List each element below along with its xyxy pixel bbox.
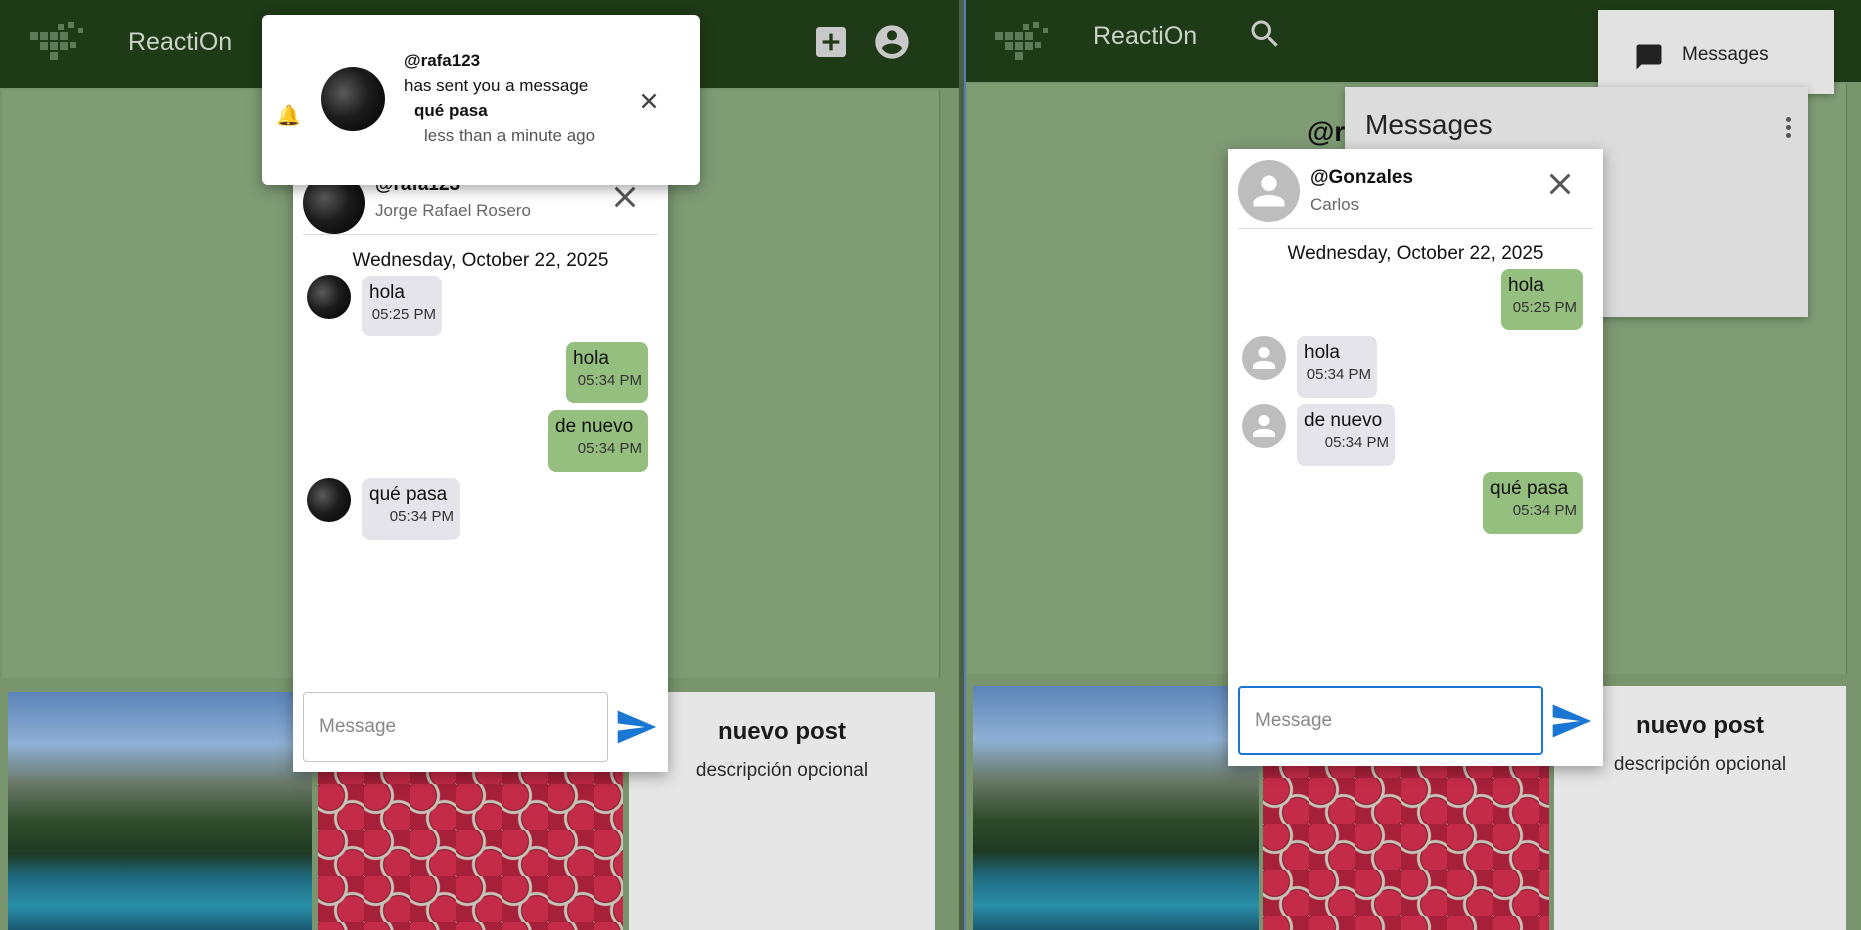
message-text: hola — [369, 282, 405, 303]
message-text: qué pasa — [1490, 478, 1569, 499]
message-time: 05:34 PM — [1512, 502, 1577, 519]
message-time: 05:25 PM — [1512, 299, 1577, 316]
chat-header-divider — [303, 234, 658, 235]
notification-text: has sent you a message — [404, 76, 589, 95]
message-avatar — [1242, 336, 1286, 380]
bell-icon: 🔔 — [276, 105, 301, 127]
chat-handle: @Gonzales — [1310, 167, 1413, 188]
send-icon[interactable] — [614, 705, 658, 749]
chat-dialog: @Gonzales Carlos Wednesday, October 22, … — [1228, 149, 1603, 766]
left-window: ReactiOn nuevo post descripción opcional… — [0, 0, 959, 930]
message-time: 05:34 PM — [389, 508, 454, 525]
message-time: 05:34 PM — [577, 372, 642, 389]
right-window: ReactiOn @r nuevo post descripción opcio… — [965, 0, 1861, 930]
notification-toast[interactable]: 🔔 @rafa123 has sent you a message qué pa… — [262, 15, 700, 185]
search-icon[interactable] — [1247, 16, 1283, 52]
message-input[interactable]: Message — [303, 692, 608, 762]
person-icon — [1253, 347, 1275, 369]
chat-icon — [1636, 44, 1662, 70]
chat-avatar — [1238, 160, 1300, 222]
message-bubble: de nuevo 05:34 PM — [1297, 404, 1395, 466]
message-text: hola — [1508, 275, 1544, 296]
chat-dialog: @rafa123 Jorge Rafael Rosero Wednesday, … — [293, 150, 668, 772]
window-border — [964, 0, 966, 930]
message-avatar — [307, 478, 351, 522]
messages-panel-title: Messages — [1365, 109, 1493, 140]
profile-handle: @r — [1307, 116, 1346, 147]
logo-icon[interactable] — [995, 18, 1055, 64]
messages-menu-item[interactable]: Messages — [1598, 10, 1834, 94]
post-thumbnail-mountain[interactable] — [973, 686, 1259, 930]
message-text: hola — [573, 348, 609, 369]
message-text: qué pasa — [369, 484, 448, 505]
close-icon[interactable] — [1544, 168, 1576, 200]
add-box-icon[interactable] — [811, 22, 851, 62]
close-icon[interactable] — [609, 181, 641, 213]
post-thumbnail-mountain[interactable] — [8, 692, 312, 930]
chat-header-divider — [1238, 228, 1593, 229]
message-bubble: hola 05:25 PM — [362, 276, 442, 336]
chat-contact-name: Carlos — [1310, 195, 1360, 214]
notification-avatar — [321, 67, 385, 131]
notification-handle: @rafa123 — [404, 51, 481, 70]
post-card[interactable]: nuevo post descripción opcional — [629, 692, 935, 930]
more-vert-icon[interactable] — [1786, 117, 1792, 141]
send-icon[interactable] — [1549, 699, 1593, 743]
chat-contact-name: Jorge Rafael Rosero — [375, 201, 531, 220]
message-bubble: hola 05:34 PM — [566, 342, 648, 403]
chat-date: Wednesday, October 22, 2025 — [1287, 243, 1544, 264]
messages-menu-label: Messages — [1682, 44, 1769, 65]
message-bubble: qué pasa 05:34 PM — [362, 478, 460, 540]
app-title[interactable]: ReactiOn — [128, 28, 232, 57]
post-description: descripción opcional — [695, 760, 869, 781]
message-text: de nuevo — [555, 416, 634, 437]
message-time: 05:34 PM — [1324, 434, 1389, 451]
app-title[interactable]: ReactiOn — [1093, 22, 1197, 51]
notification-message: qué pasa — [414, 101, 488, 120]
person-icon — [1253, 415, 1275, 437]
message-bubble: de nuevo 05:34 PM — [548, 410, 648, 472]
message-time: 05:34 PM — [1306, 366, 1371, 383]
close-icon[interactable] — [636, 88, 662, 114]
account-circle-icon[interactable] — [872, 22, 912, 62]
message-time: 05:25 PM — [371, 306, 436, 323]
message-input[interactable]: Message — [1238, 686, 1543, 755]
notification-time: less than a minute ago — [424, 126, 596, 145]
person-icon — [1253, 175, 1285, 207]
message-text: hola — [1304, 342, 1340, 363]
post-title: nuevo post — [717, 718, 846, 745]
message-text: de nuevo — [1304, 410, 1383, 431]
logo-icon[interactable] — [30, 18, 90, 64]
chat-date: Wednesday, October 22, 2025 — [352, 250, 609, 271]
message-bubble: hola 05:25 PM — [1501, 269, 1583, 330]
message-bubble: hola 05:34 PM — [1297, 336, 1377, 398]
message-time: 05:34 PM — [577, 440, 642, 457]
message-avatar — [1242, 404, 1286, 448]
message-avatar — [307, 275, 351, 319]
message-bubble: qué pasa 05:34 PM — [1483, 472, 1583, 534]
